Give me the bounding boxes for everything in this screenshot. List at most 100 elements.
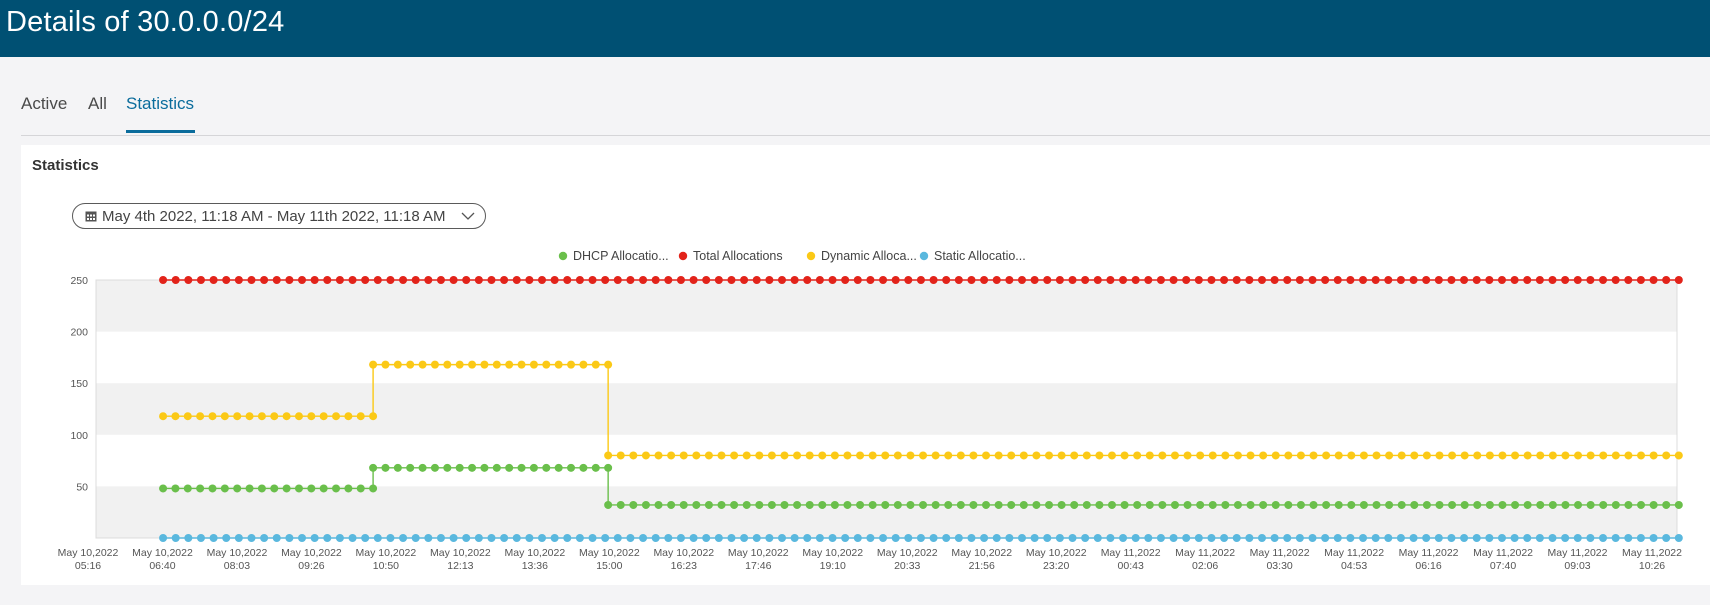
data-point (575, 534, 584, 542)
data-point (1535, 276, 1544, 284)
data-point (727, 534, 736, 542)
data-point (1017, 534, 1026, 542)
data-point (1120, 500, 1129, 509)
tab-all[interactable]: All (88, 94, 107, 114)
data-point (629, 451, 638, 460)
data-point (1460, 500, 1469, 509)
data-point (310, 534, 319, 542)
data-point (480, 463, 489, 472)
grid-band (96, 383, 1677, 435)
data-point (1649, 451, 1658, 460)
data-point (381, 463, 390, 472)
data-point (704, 500, 713, 509)
x-tick-label: 23:20 (1043, 560, 1069, 572)
data-point (542, 463, 551, 472)
data-point (1019, 500, 1028, 509)
data-point (679, 500, 688, 509)
data-point (841, 276, 850, 284)
data-point (1145, 451, 1154, 460)
data-point (319, 412, 328, 421)
x-tick-label: May 11,2022 (1175, 547, 1235, 559)
data-point (406, 463, 415, 472)
x-tick-label: May 11,2022 (1399, 547, 1459, 559)
data-point (1473, 451, 1482, 460)
data-point (356, 412, 365, 421)
data-point (171, 412, 180, 421)
data-point (730, 500, 739, 509)
data-point (1068, 534, 1077, 542)
data-point (717, 500, 726, 509)
data-point (399, 276, 408, 284)
x-tick-label: May 11,2022 (1548, 547, 1608, 559)
data-point (1045, 500, 1054, 509)
data-point (994, 500, 1003, 509)
data-point (1371, 276, 1380, 284)
data-point (369, 463, 378, 472)
data-point (1637, 451, 1646, 460)
data-point (449, 534, 458, 542)
data-point (994, 451, 1003, 460)
tab-statistics[interactable]: Statistics (126, 94, 194, 114)
data-point (1257, 534, 1266, 542)
data-point (1106, 534, 1115, 542)
allocations-chart: 25020015010050May 10,202205:16May 10,202… (58, 249, 1683, 572)
data-point (517, 360, 526, 369)
data-point (904, 534, 913, 542)
data-point (1119, 276, 1128, 284)
data-point (1434, 534, 1443, 542)
data-point (332, 412, 341, 421)
tab-active[interactable]: Active (21, 94, 67, 114)
data-point (468, 463, 477, 472)
data-point (579, 360, 588, 369)
data-point (1333, 276, 1342, 284)
data-point (260, 276, 269, 284)
data-point (916, 534, 925, 542)
data-point (765, 276, 774, 284)
data-point (1460, 534, 1469, 542)
data-point (1485, 451, 1494, 460)
data-point (956, 500, 965, 509)
data-point (1308, 534, 1317, 542)
data-point (348, 534, 357, 542)
data-point (1511, 500, 1520, 509)
data-point (209, 534, 218, 542)
data-point (554, 360, 563, 369)
x-tick-label: 10:50 (373, 560, 399, 572)
x-tick-label: May 10,2022 (356, 547, 417, 559)
data-point (480, 360, 489, 369)
data-point (474, 534, 483, 542)
data-point (1259, 500, 1268, 509)
data-point (828, 534, 837, 542)
data-point (626, 534, 635, 542)
data-point (245, 484, 254, 493)
data-point (588, 276, 597, 284)
x-tick-label: 21:56 (969, 560, 995, 572)
data-point (1057, 500, 1066, 509)
data-point (866, 534, 875, 542)
x-tick-label: May 10,2022 (802, 547, 863, 559)
data-point (1208, 500, 1217, 509)
data-point (727, 276, 736, 284)
data-point (1384, 534, 1393, 542)
data-point (1674, 276, 1683, 284)
data-point (1435, 451, 1444, 460)
data-point (639, 534, 648, 542)
data-point (1158, 500, 1167, 509)
data-point (1005, 534, 1014, 542)
legend-label: Static Allocatio... (934, 249, 1026, 263)
data-point (1043, 276, 1052, 284)
data-point (443, 360, 452, 369)
data-point (954, 276, 963, 284)
legend-marker (558, 251, 568, 261)
data-point (1283, 534, 1292, 542)
data-point (616, 451, 625, 460)
data-point (462, 534, 471, 542)
data-point (1548, 534, 1557, 542)
data-point (294, 484, 303, 493)
data-point (1082, 451, 1091, 460)
data-point (257, 412, 266, 421)
data-point (1497, 534, 1506, 542)
data-point (1599, 534, 1608, 542)
data-point (803, 534, 812, 542)
data-point (272, 534, 281, 542)
